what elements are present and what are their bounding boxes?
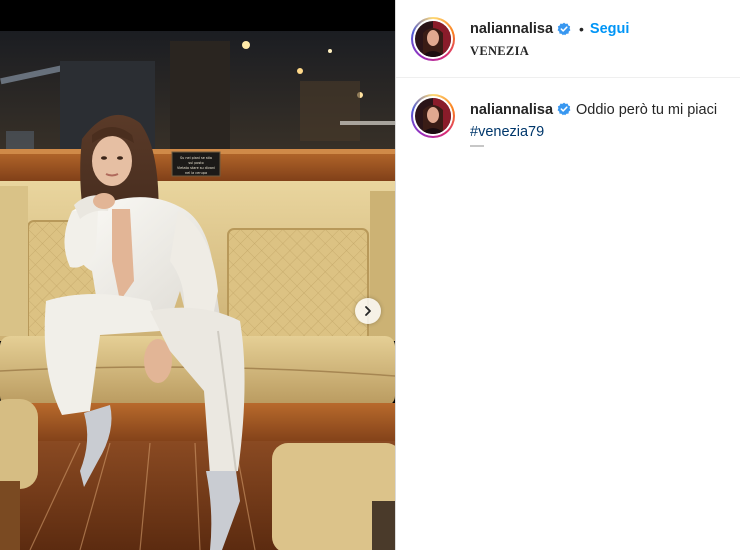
post-sidebar: naliannalisa • Segui VENEZIA naliannalis…	[395, 0, 740, 550]
caption-text-block: naliannalisa Oddio però tu mi piaci #ven…	[470, 99, 738, 143]
post-location[interactable]: VENEZIA	[470, 44, 529, 59]
photo-scene: Su nei piani se stia sul posto Vietato s…	[0, 31, 395, 550]
profile-picture-icon	[415, 21, 451, 57]
caption-body: Oddio però tu mi piaci	[576, 102, 718, 118]
author-username[interactable]: naliannalisa	[470, 21, 553, 37]
caption-username[interactable]: naliannalisa	[470, 102, 553, 118]
avatar-image	[415, 98, 451, 134]
photo-sign-line: Su nei piani se stia	[180, 156, 212, 160]
photo-sign-line: nel la cerupa	[185, 171, 207, 175]
hashtag-link[interactable]: #venezia79	[470, 124, 544, 140]
follow-button[interactable]: Segui	[590, 21, 629, 37]
photo-sign-line: sul posto	[188, 161, 203, 165]
profile-picture-icon	[415, 98, 451, 134]
separator-dot: •	[579, 21, 584, 37]
carousel-next-button[interactable]	[355, 298, 381, 324]
post-photo[interactable]: Su nei piani se stia sul posto Vietato s…	[0, 31, 395, 550]
chevron-right-icon	[365, 306, 371, 316]
post-media[interactable]: Su nei piani se stia sul posto Vietato s…	[0, 0, 395, 550]
verified-badge-icon	[557, 102, 571, 116]
post-header: naliannalisa • Segui VENEZIA	[396, 0, 740, 78]
avatar[interactable]	[411, 94, 455, 138]
caption-meta-divider	[470, 145, 484, 147]
photo-sign-line: Vietato stare su divani	[177, 166, 215, 170]
avatar-image	[415, 21, 451, 57]
header-title-row: naliannalisa • Segui	[470, 21, 629, 37]
media-top-bar	[0, 0, 395, 31]
verified-badge-icon	[557, 22, 571, 36]
avatar[interactable]	[411, 17, 455, 61]
